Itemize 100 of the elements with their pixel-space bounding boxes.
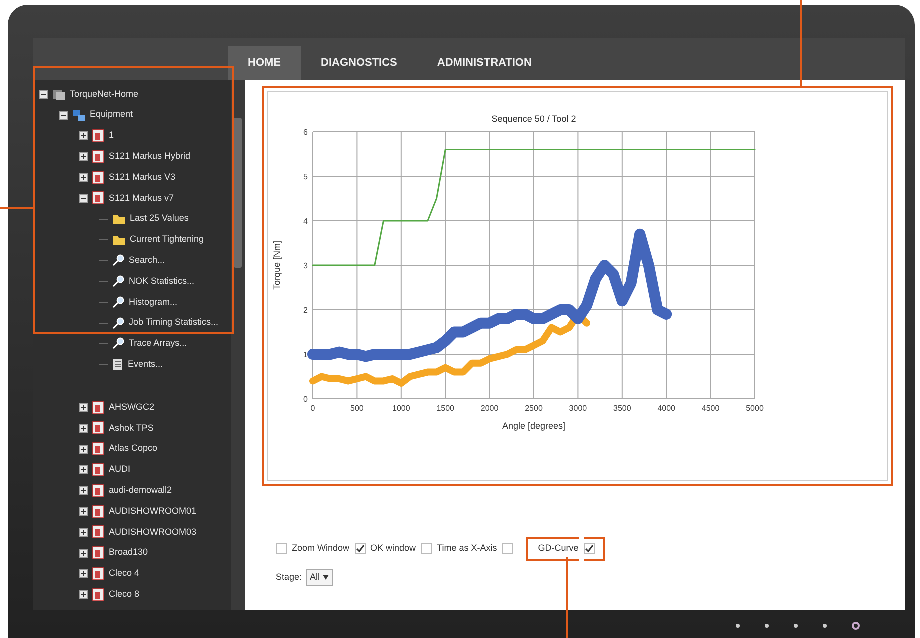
checkbox-label: OK window <box>370 542 416 555</box>
axis-label: Torque [Nm] <box>272 240 282 290</box>
checkbox[interactable] <box>354 543 366 554</box>
tree-item[interactable]: Cleco 8 <box>109 588 140 602</box>
tick-label: 500 <box>350 404 364 413</box>
checkbox[interactable] <box>502 543 514 554</box>
collapse-icon[interactable] <box>79 194 88 203</box>
tick-label: 1000 <box>392 404 410 413</box>
device-icon <box>92 150 105 164</box>
tick-label: 3000 <box>569 404 588 413</box>
expand-icon[interactable] <box>79 486 88 496</box>
tick-label: 4000 <box>658 404 676 413</box>
tick-label: 2500 <box>525 404 543 413</box>
tick-label: 6 <box>304 128 308 137</box>
checkbox-label: Zoom Window <box>292 542 350 555</box>
stage-label: Stage: <box>276 570 302 584</box>
tree-item[interactable]: 1 <box>109 129 114 143</box>
expand-icon[interactable] <box>79 507 88 516</box>
expand-icon[interactable] <box>79 528 88 537</box>
caret-icon <box>323 574 330 580</box>
checkbox[interactable] <box>584 543 595 554</box>
expand-icon[interactable] <box>79 444 88 454</box>
axis-label: Angle [degrees] <box>502 421 566 431</box>
tree-item[interactable]: Histogram... <box>129 296 178 310</box>
scrollbar-thumb[interactable] <box>234 118 242 268</box>
checkbox-label: Time as X-Axis <box>437 542 498 555</box>
device-icon <box>92 484 105 498</box>
tick-label: 3 <box>304 262 308 270</box>
checkbox[interactable] <box>421 543 432 554</box>
tree-item[interactable]: Trace Arrays... <box>129 337 188 351</box>
tree-item[interactable]: Last 25 Values <box>130 212 189 226</box>
tree-item[interactable]: Cleco 4 <box>109 567 140 581</box>
device-icon <box>92 504 105 519</box>
device-icon <box>92 525 105 540</box>
tree-item[interactable]: AHSWGC2 <box>109 400 155 414</box>
device-icon <box>92 128 105 143</box>
device-icon <box>92 170 105 185</box>
expand-icon[interactable] <box>79 424 88 433</box>
nav-tab[interactable]: DIAGNOSTICS <box>301 46 418 80</box>
collapse-icon[interactable] <box>59 110 68 120</box>
folder-icon <box>112 213 126 226</box>
tree-item[interactable]: Current Tightening <box>130 233 204 247</box>
monitor-button-icon[interactable] <box>736 624 740 628</box>
network-icon <box>72 108 86 122</box>
tree-item[interactable]: TorqueNet-Home <box>70 88 139 102</box>
checkbox[interactable] <box>276 543 287 554</box>
checkbox-label: GD-Curve <box>538 542 579 555</box>
monitor-button-icon[interactable] <box>765 624 769 628</box>
tick-label: 0 <box>304 395 308 404</box>
expand-icon[interactable] <box>79 131 88 140</box>
stack-icon <box>52 88 66 101</box>
device-icon <box>92 442 105 456</box>
tree-item[interactable]: AUDI <box>109 463 131 477</box>
nav-tab[interactable]: ADMINISTRATION <box>417 46 552 80</box>
tree-item[interactable]: Events... <box>128 358 164 372</box>
tree-item[interactable]: Ashok TPS <box>109 422 154 436</box>
tree-item[interactable]: Equipment <box>90 108 134 122</box>
device-icon <box>92 400 105 415</box>
tick-label: 1500 <box>436 404 454 413</box>
callout-line <box>0 207 33 209</box>
tree-item[interactable]: Broad130 <box>109 546 148 560</box>
tree-item[interactable]: S121 Markus V3 <box>109 170 176 184</box>
tick-label: 4500 <box>702 404 720 413</box>
expand-icon[interactable] <box>79 590 88 600</box>
stage-select[interactable]: All <box>306 568 334 586</box>
collapse-icon[interactable] <box>39 90 48 99</box>
chart-title: Sequence 50 / Tool 2 <box>492 114 576 124</box>
expand-icon[interactable] <box>79 152 88 162</box>
tree-item[interactable]: Job Timing Statistics... <box>129 316 219 330</box>
device-icon <box>92 421 105 436</box>
device-icon <box>92 191 105 206</box>
tick-label: 2000 <box>480 404 499 413</box>
tick-label: 5000 <box>746 404 764 413</box>
tick-label: 3500 <box>614 404 632 413</box>
expand-icon[interactable] <box>79 548 88 558</box>
monitor-button-icon[interactable] <box>823 624 827 628</box>
expand-icon[interactable] <box>79 569 88 578</box>
tick-label: 4 <box>304 217 308 226</box>
device-icon <box>92 546 105 560</box>
device-icon <box>92 462 105 477</box>
tree-item[interactable]: AUDISHOWROOM03 <box>109 526 197 540</box>
expand-icon[interactable] <box>79 173 88 182</box>
tree-item[interactable]: AUDISHOWROOM01 <box>109 504 197 518</box>
tick-label: 2 <box>304 306 308 315</box>
expand-icon[interactable] <box>79 403 88 412</box>
power-icon[interactable] <box>852 622 860 630</box>
monitor-button-icon[interactable] <box>794 624 798 628</box>
tree-item[interactable]: S121 Markus Hybrid <box>109 150 191 164</box>
tick-label: 0 <box>310 404 316 413</box>
document-icon <box>112 358 124 372</box>
tree-item[interactable]: audi-demowall2 <box>109 484 172 498</box>
tree-item[interactable]: NOK Statistics... <box>129 274 195 288</box>
tree-item[interactable]: Atlas Copco <box>109 442 158 456</box>
expand-icon[interactable] <box>79 465 88 474</box>
tree-item[interactable]: Search... <box>129 254 166 268</box>
device-icon <box>92 566 105 581</box>
tree-item[interactable]: S121 Markus v7 <box>109 192 174 206</box>
device-icon <box>92 588 105 602</box>
nav-tab[interactable]: HOME <box>228 46 301 80</box>
folder-icon <box>112 234 126 246</box>
